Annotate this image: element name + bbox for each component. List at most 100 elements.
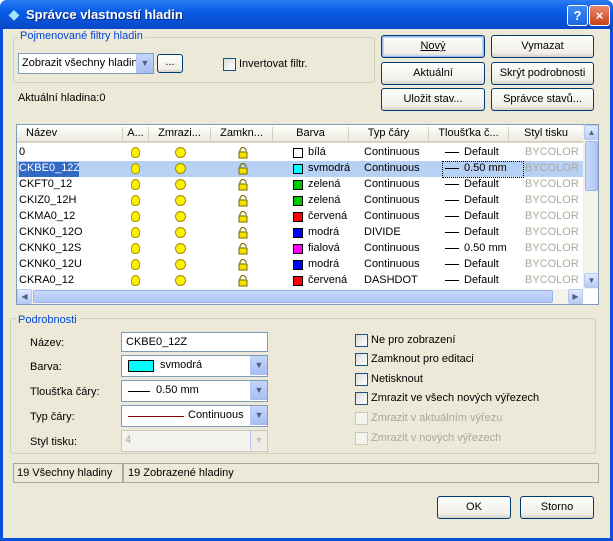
close-button[interactable]: × [589,5,610,26]
lightbulb-icon[interactable] [131,147,140,158]
lightbulb-icon[interactable] [131,275,140,286]
scroll-right-icon[interactable]: ▶ [568,289,583,304]
sun-icon[interactable] [175,163,186,174]
sun-icon[interactable] [175,227,186,238]
no-display-checkbox[interactable] [355,334,368,347]
no-plot-label[interactable]: Netisknout [371,373,423,385]
lightbulb-icon[interactable] [131,211,140,222]
scroll-thumb[interactable] [585,141,598,191]
padlock-icon[interactable] [237,178,249,191]
table-row[interactable]: CKIZ0_12H zelená Continuous Default BYCOLOR [17,193,583,209]
lightbulb-icon[interactable] [131,163,140,174]
sun-icon[interactable] [175,195,186,206]
lightbulb-icon[interactable] [131,195,140,206]
help-button[interactable]: ? [567,5,588,26]
lightbulb-icon[interactable] [131,243,140,254]
color-swatch[interactable] [293,244,303,254]
invert-filter-checkbox[interactable] [223,58,236,71]
scroll-down-icon[interactable]: ▼ [584,273,598,288]
sun-icon[interactable] [175,179,186,190]
col-lineweight[interactable]: Tloušťka č... [429,127,509,142]
title-bar[interactable]: ◆ Správce vlastností hladin ? × [0,0,613,29]
linetype-name: DASHDOT [364,274,418,286]
col-plotstyle[interactable]: Styl tisku [509,127,583,142]
delete-layer-button[interactable]: Vymazat [491,35,594,58]
padlock-icon[interactable] [237,274,249,287]
window-title: Správce vlastností hladin [26,7,183,22]
padlock-icon[interactable] [237,242,249,255]
ok-button[interactable]: OK [437,496,511,519]
filter-browse-button[interactable]: ... [157,54,183,73]
hide-details-button[interactable]: Skrýt podrobnosti [491,62,594,85]
lock-edit-checkbox[interactable] [355,353,368,366]
save-state-button[interactable]: Uložit stav... [381,88,485,111]
table-row[interactable]: CKBE0_12Z svmodrá Continuous 0.50 mm BYCOLOR [17,161,583,178]
table-row[interactable]: CKNK0_12U modrá Continuous Default BYCOLOR [17,257,583,273]
chevron-down-icon[interactable]: ▼ [136,54,153,73]
cancel-button[interactable]: Storno [520,496,594,519]
table-row[interactable]: 0 bílá Continuous Default BYCOLOR [17,145,583,161]
linetype-select[interactable]: Continuous ▼ [121,405,268,427]
new-layer-button[interactable]: Nový [381,35,485,58]
col-color[interactable]: Barva [273,127,349,142]
dialog-client: Pojmenované filtry hladin Zobrazit všech… [3,29,610,538]
lineweight-select[interactable]: 0.50 mm ▼ [121,380,268,402]
padlock-icon[interactable] [237,226,249,239]
no-plot-checkbox[interactable] [355,373,368,386]
current-button[interactable]: Aktuální [381,62,485,85]
named-filters-legend: Pojmenované filtry hladin [18,30,145,42]
invert-filter-label[interactable]: Invertovat filtr. [239,58,307,70]
col-name[interactable]: Název [17,127,123,142]
col-linetype[interactable]: Typ čáry [349,127,429,142]
col-on[interactable]: A... [123,127,149,142]
color-swatch[interactable] [293,196,303,206]
vertical-scrollbar[interactable]: ▲ ▼ [583,125,598,289]
no-display-label[interactable]: Ne pro zobrazení [371,334,455,346]
padlock-icon[interactable] [237,210,249,223]
lightbulb-icon[interactable] [131,179,140,190]
lightbulb-icon[interactable] [131,227,140,238]
color-swatch[interactable] [293,164,303,174]
state-manager-button[interactable]: Správce stavů... [491,88,594,111]
chevron-down-icon[interactable]: ▼ [250,356,267,375]
chevron-down-icon[interactable]: ▼ [250,381,267,400]
col-freeze[interactable]: Zmrazi... [149,127,211,142]
sun-icon[interactable] [175,147,186,158]
freeze-new-label[interactable]: Zmrazit ve všech nových výřezech [371,392,539,404]
plotstyle-value: BYCOLOR [525,226,579,238]
filter-select[interactable]: Zobrazit všechny hladin ▼ [18,53,154,74]
hscroll-thumb[interactable] [33,290,553,303]
scroll-up-icon[interactable]: ▲ [584,125,598,140]
padlock-icon[interactable] [237,258,249,271]
color-swatch[interactable] [293,276,303,286]
color-swatch[interactable] [293,212,303,222]
color-swatch[interactable] [293,148,303,158]
padlock-icon[interactable] [237,146,249,159]
padlock-icon[interactable] [237,194,249,207]
lock-edit-label[interactable]: Zamknout pro editaci [371,353,474,365]
layer-name: CKNK0_12O [19,226,83,238]
name-field[interactable] [121,332,268,352]
sun-icon[interactable] [175,275,186,286]
col-lock[interactable]: Zamkn... [211,127,273,142]
layers-list-header: Název A... Zmrazi... Zamkn... Barva Typ … [17,125,583,143]
table-row[interactable]: CKNK0_12S fialová Continuous 0.50 mm BYCOLOR [17,241,583,257]
table-row[interactable]: CKFT0_12 zelená Continuous Default BYCOLOR [17,177,583,193]
chevron-down-icon[interactable]: ▼ [250,406,267,425]
color-select[interactable]: svmodrá ▼ [121,355,268,377]
color-swatch[interactable] [293,180,303,190]
sun-icon[interactable] [175,243,186,254]
padlock-icon[interactable] [237,162,249,175]
freeze-new-checkbox[interactable] [355,392,368,405]
lightbulb-icon[interactable] [131,259,140,270]
table-row[interactable]: CKRA0_12 červená DASHDOT Default BYCOLOR [17,273,583,289]
table-row[interactable]: CKNK0_12O modrá DIVIDE Default BYCOLOR [17,225,583,241]
sun-icon[interactable] [175,211,186,222]
scroll-left-icon[interactable]: ◀ [17,289,32,304]
layers-list[interactable]: Název A... Zmrazi... Zamkn... Barva Typ … [16,124,599,305]
color-swatch[interactable] [293,260,303,270]
sun-icon[interactable] [175,259,186,270]
table-row[interactable]: CKMA0_12 červená Continuous Default BYCOLOR [17,209,583,225]
horizontal-scrollbar[interactable]: ◀ ▶ [17,289,583,304]
color-swatch[interactable] [293,228,303,238]
